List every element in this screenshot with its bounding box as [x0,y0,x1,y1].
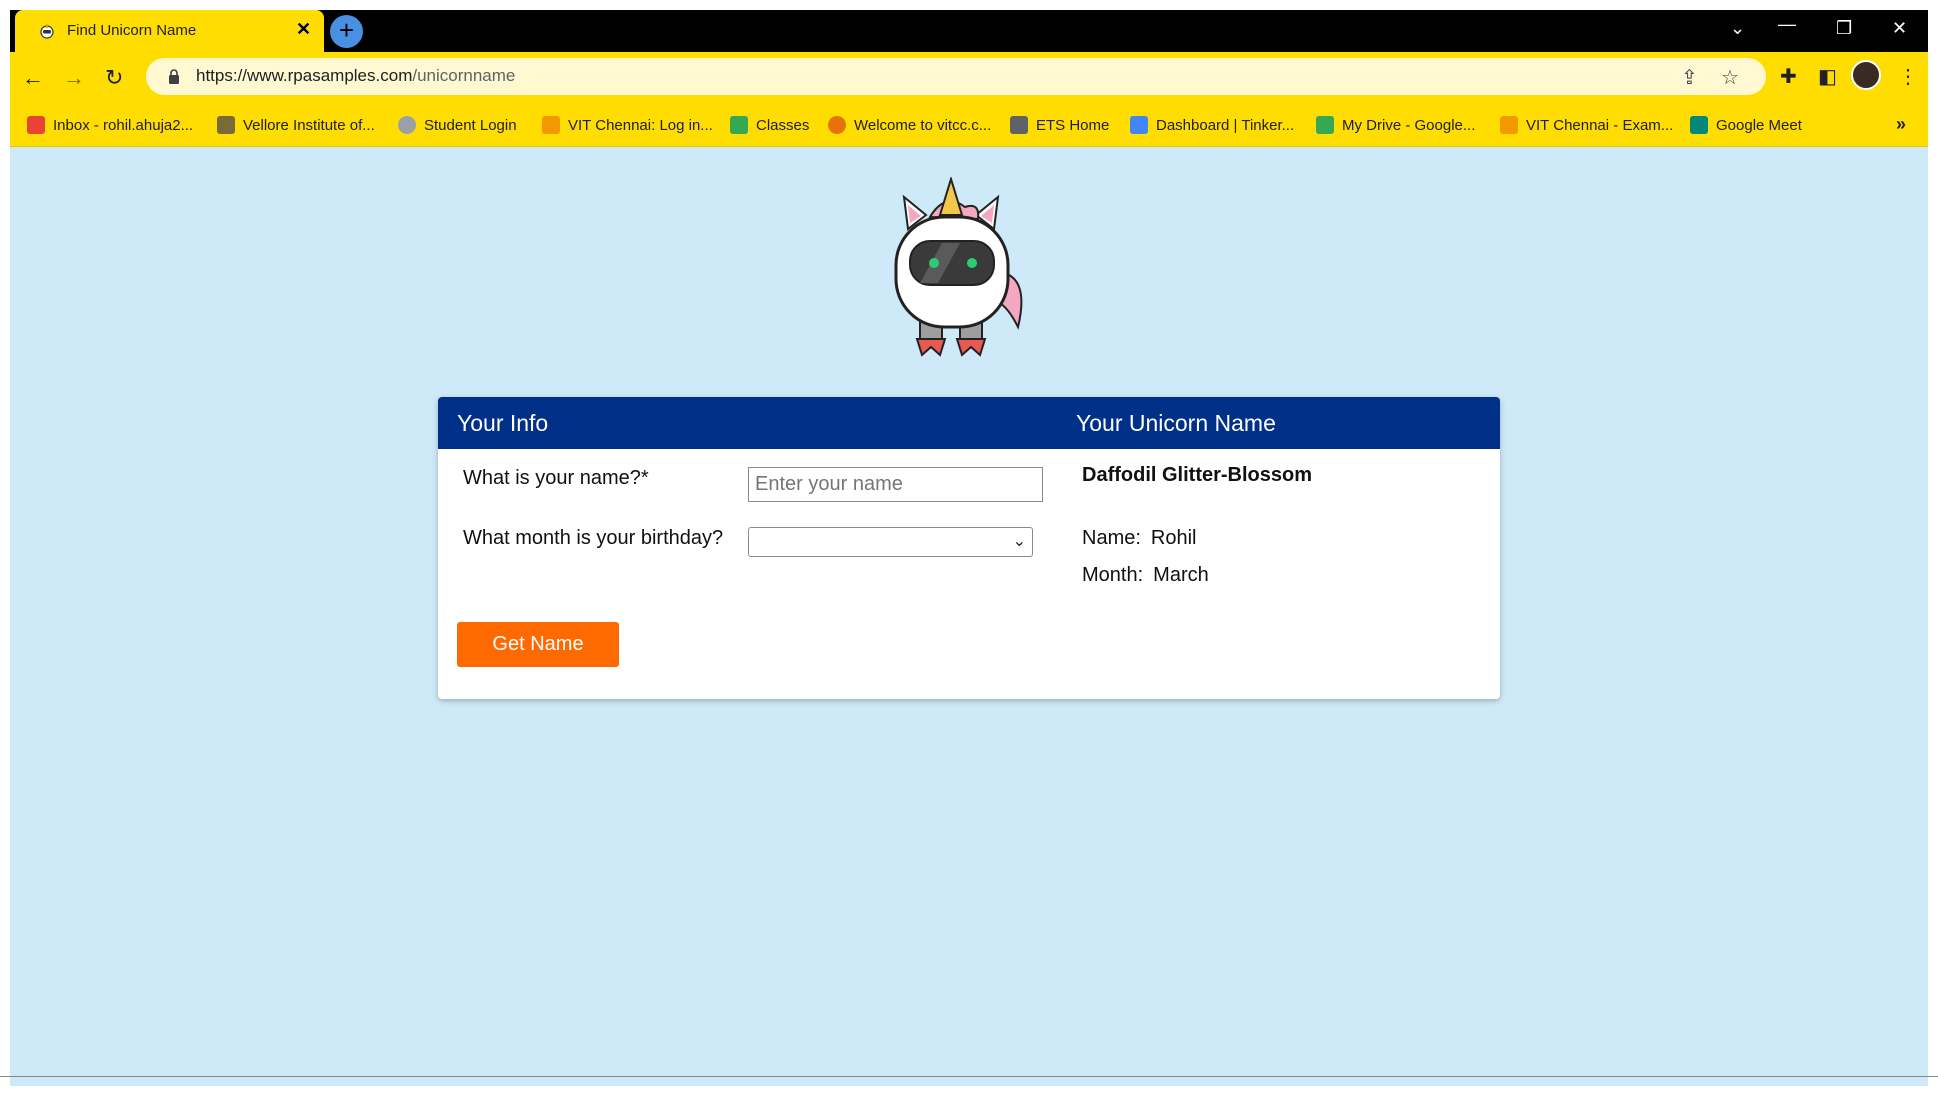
bookmark-item[interactable]: VIT Chennai: Log in... [542,116,713,134]
bookmark-item[interactable]: VIT Chennai - Exam... [1500,116,1673,134]
bookmark-item[interactable]: Classes [730,116,809,134]
bookmark-item[interactable]: Vellore Institute of... [217,116,375,134]
get-name-button[interactable]: Get Name [457,622,619,667]
bookmark-item[interactable]: Dashboard | Tinker... [1130,116,1294,134]
vit-chennai-icon [542,116,560,134]
browser-window: Find Unicorn Name ✕ + ⌄ — ❐ ✕ ← → ↻ http… [10,10,1928,1086]
vit-logo-icon [217,116,235,134]
gmail-icon [27,116,45,134]
bookmark-item[interactable]: Google Meet [1690,116,1802,134]
share-icon[interactable]: ⇪ [1681,65,1698,90]
browser-toolbar: ← → ↻ https://www.rpasamples.com/unicorn… [10,52,1928,106]
result-month-value: March [1153,564,1209,586]
vit-chennai-icon [1500,116,1518,134]
back-arrow-icon[interactable]: ← [22,65,44,91]
bookmark-star-icon[interactable]: ☆ [1721,65,1739,90]
result-name-value: Rohil [1150,527,1197,549]
your-unicorn-name-heading: Your Unicorn Name [1076,410,1276,436]
classroom-icon [730,116,748,134]
tab-title: Find Unicorn Name [67,22,197,39]
name-input[interactable] [748,467,1043,502]
vitcc-icon [828,116,846,134]
unicorn-robot-logo [894,177,1023,357]
bookmarks-overflow-button[interactable]: » [1896,114,1906,135]
side-panel-icon[interactable]: ◧ [1818,64,1837,89]
bookmarks-bar: Inbox - rohil.ahuja2... Vellore Institut… [10,106,1928,147]
bookmark-item[interactable]: My Drive - Google... [1316,116,1475,134]
extensions-puzzle-icon[interactable]: ✚ [1780,64,1797,89]
tab-search-chevron-icon[interactable]: ⌄ [1730,18,1745,39]
result-month-label: Month: [1082,564,1144,586]
window-close-icon[interactable]: ✕ [1892,18,1907,39]
month-label: What month is your birthday? [463,527,724,549]
result-month-row: Month: March [1082,564,1209,587]
lock-icon [169,69,179,84]
url-text: https://www.rpasamples.com/unicornname [196,66,516,85]
bookmark-item[interactable]: ETS Home [1010,116,1109,134]
new-tab-button[interactable]: + [330,15,363,48]
tab-close-icon[interactable]: ✕ [296,19,311,40]
bookmark-item[interactable]: Welcome to vitcc.c... [828,116,991,134]
ets-icon [1010,116,1028,134]
your-info-heading: Your Info [457,410,549,436]
minimize-icon[interactable]: — [1778,14,1796,35]
result-name-row: Name: Rohil [1082,527,1196,550]
tab-strip: Find Unicorn Name ✕ + ⌄ — ❐ ✕ [10,10,1928,52]
google-meet-icon [1690,116,1708,134]
globe-icon [398,116,416,134]
reload-icon[interactable]: ↻ [105,65,123,91]
tab-active[interactable]: Find Unicorn Name ✕ [15,10,324,52]
address-bar[interactable]: https://www.rpasamples.com/unicornname ⇪… [146,58,1766,95]
tinkercad-icon [1130,116,1148,134]
unicorn-favicon-icon [40,23,54,39]
menu-kebab-icon[interactable]: ⋮ [1898,64,1918,89]
page-content: Your Info Your Unicorn Name What is your… [10,147,1928,1086]
chevron-down-icon: ⌄ [1012,533,1026,550]
window-bottom-border [0,1076,1938,1077]
forward-arrow-icon[interactable]: → [63,65,85,91]
result-name-label: Name: [1082,527,1141,549]
bookmark-item[interactable]: Student Login [398,116,517,134]
restore-icon[interactable]: ❐ [1836,18,1852,39]
name-label: What is your name?* [463,467,649,489]
unicorn-form-card: Your Info Your Unicorn Name What is your… [438,397,1500,699]
google-drive-icon [1316,116,1334,134]
month-select[interactable]: ⌄ [748,527,1033,557]
card-header: Your Info Your Unicorn Name [438,397,1500,449]
profile-avatar[interactable] [1851,60,1881,90]
bookmark-item[interactable]: Inbox - rohil.ahuja2... [27,116,193,134]
unicorn-name-result: Daffodil Glitter-Blossom [1082,464,1313,486]
